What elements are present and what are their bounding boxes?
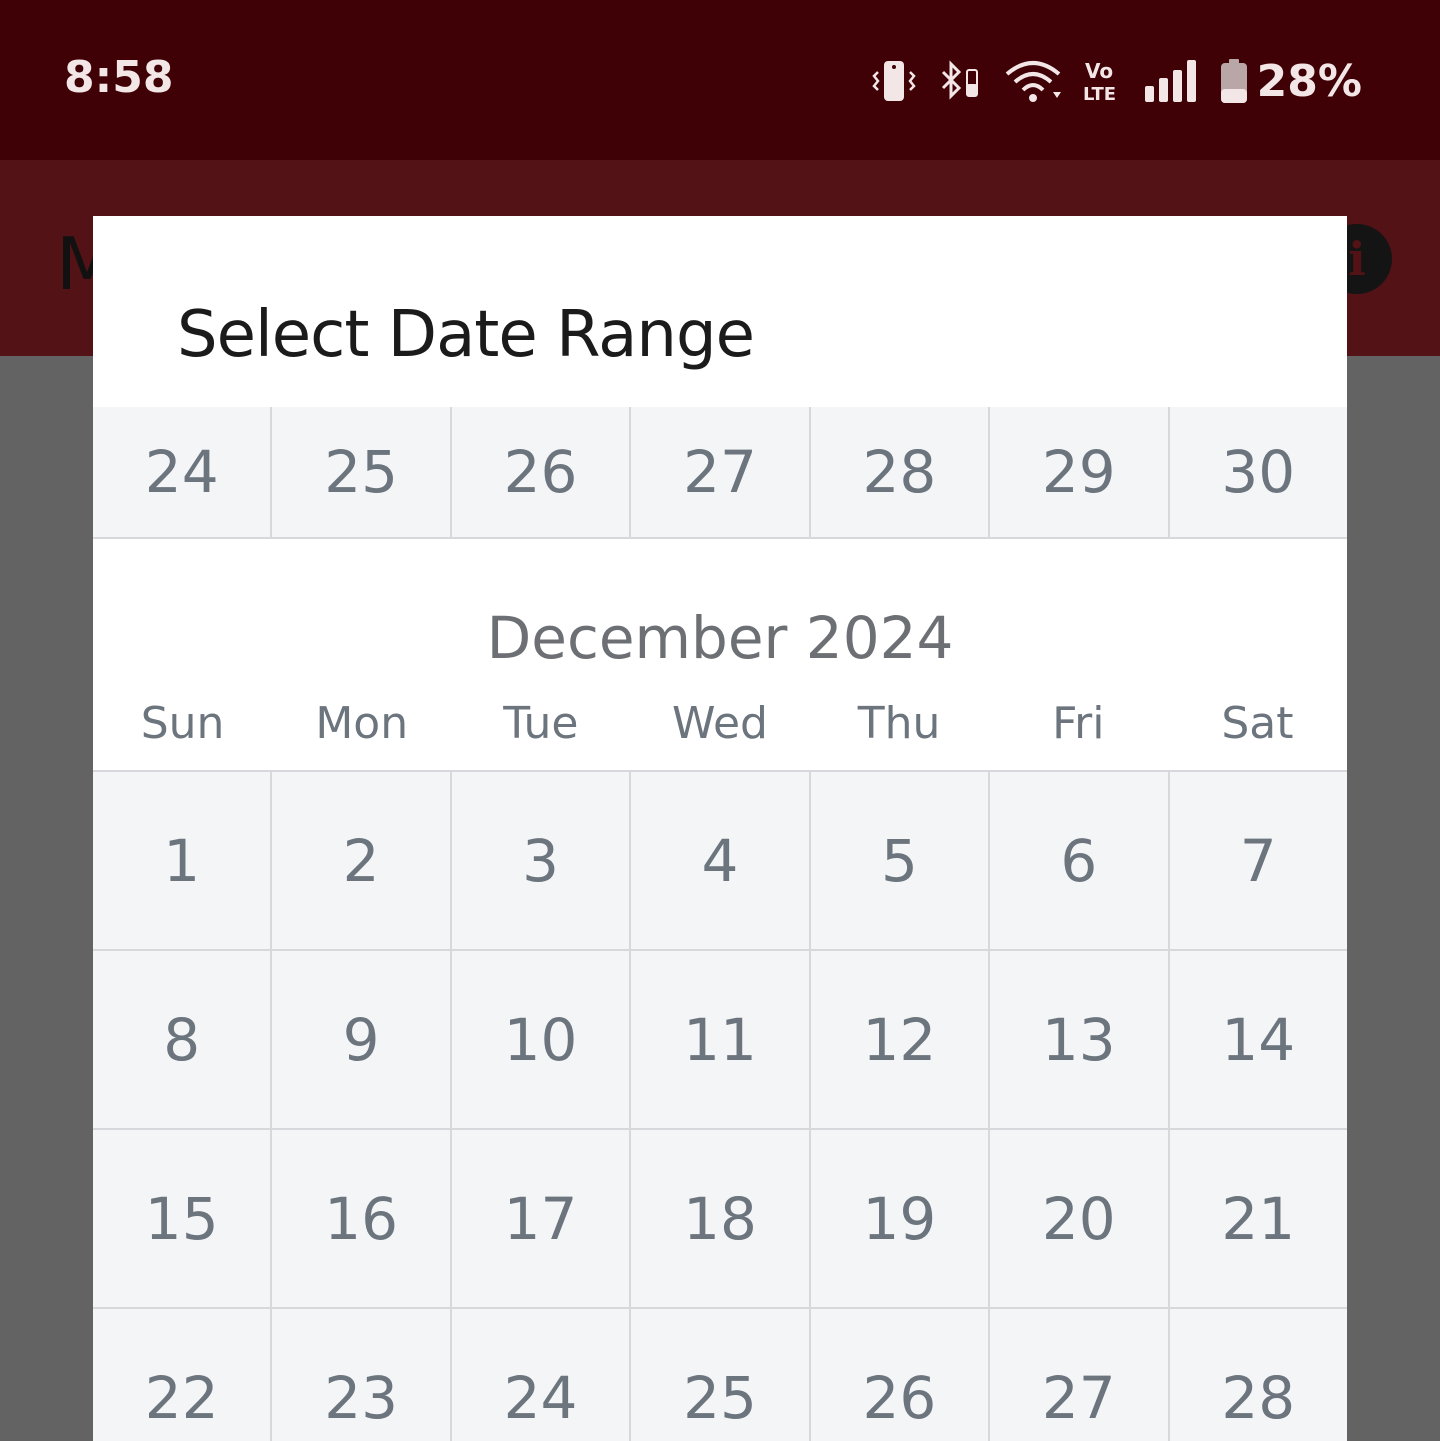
day-cell[interactable]: 12 — [810, 951, 991, 1128]
week-row: 22 23 24 25 26 27 28 — [93, 1309, 1347, 1441]
status-icons: Vo LTE 28% — [871, 52, 1362, 110]
weekday-header: Sun Mon Tue Wed Thu Fri Sat — [93, 698, 1347, 749]
day-cell[interactable]: 26 — [451, 407, 632, 537]
day-cell[interactable]: 27 — [990, 1309, 1170, 1441]
day-cell[interactable]: 4 — [631, 772, 811, 949]
day-cell[interactable]: 16 — [272, 1130, 452, 1307]
status-bar: 8:58 Vo LTE 28% — [0, 0, 1440, 160]
day-cell[interactable]: 13 — [990, 951, 1170, 1128]
day-cell[interactable]: 22 — [93, 1309, 273, 1441]
day-cell[interactable]: 28 — [1169, 1309, 1347, 1441]
previous-month-week-row: 24 25 26 27 28 29 30 — [93, 407, 1347, 539]
day-cell[interactable]: 25 — [272, 407, 452, 537]
week-row: 8 9 10 11 12 13 14 — [93, 951, 1347, 1130]
month-title: December 2024 — [486, 604, 954, 672]
weekday-label: Wed — [672, 698, 768, 749]
day-cell[interactable]: 30 — [1169, 407, 1347, 537]
weekday-label: Tue — [503, 698, 579, 749]
day-cell[interactable]: 29 — [990, 407, 1170, 537]
vibrate-icon — [871, 61, 916, 101]
day-cell[interactable]: 17 — [451, 1130, 632, 1307]
dialog-title: Select Date Range — [177, 298, 755, 372]
week-row: 1 2 3 4 5 6 7 — [93, 772, 1347, 951]
weekday-label: Sat — [1221, 698, 1294, 749]
weekday-label: Fri — [1052, 698, 1105, 749]
day-cell[interactable]: 3 — [451, 772, 632, 949]
day-cell[interactable]: 25 — [631, 1309, 811, 1441]
day-cell[interactable]: 1 — [93, 772, 273, 949]
day-cell[interactable]: 18 — [631, 1130, 811, 1307]
day-cell[interactable]: 5 — [810, 772, 991, 949]
day-cell[interactable]: 2 — [272, 772, 452, 949]
status-time: 8:58 — [64, 52, 174, 103]
day-cell[interactable]: 11 — [631, 951, 811, 1128]
day-cell[interactable]: 14 — [1169, 951, 1347, 1128]
day-cell[interactable]: 15 — [93, 1130, 273, 1307]
volte-icon: Vo LTE — [1083, 59, 1116, 104]
svg-text:LTE: LTE — [1083, 84, 1116, 104]
wifi-icon — [1005, 61, 1061, 102]
svg-text:Vo: Vo — [1085, 59, 1113, 83]
battery-icon — [1220, 59, 1247, 103]
day-cell[interactable]: 24 — [451, 1309, 632, 1441]
day-cell[interactable]: 24 — [93, 407, 273, 537]
day-cell[interactable]: 6 — [990, 772, 1170, 949]
day-cell[interactable]: 20 — [990, 1130, 1170, 1307]
weekday-label: Mon — [315, 698, 409, 749]
weekday-label: Sun — [140, 698, 225, 749]
day-cell[interactable]: 26 — [810, 1309, 991, 1441]
week-row: 15 16 17 18 19 20 21 — [93, 1130, 1347, 1309]
weekday-label: Thu — [857, 698, 941, 749]
day-cell[interactable]: 10 — [451, 951, 632, 1128]
day-cell[interactable]: 9 — [272, 951, 452, 1128]
day-cell[interactable]: 7 — [1169, 772, 1347, 949]
day-cell[interactable]: 19 — [810, 1130, 991, 1307]
signal-icon — [1144, 60, 1196, 102]
day-cell[interactable]: 21 — [1169, 1130, 1347, 1307]
day-cell[interactable]: 8 — [93, 951, 273, 1128]
day-cell[interactable]: 23 — [272, 1309, 452, 1441]
date-range-dialog: Select Date Range 24 25 26 27 28 29 30 D… — [93, 216, 1347, 1441]
day-cell[interactable]: 27 — [631, 407, 811, 537]
day-cell[interactable]: 28 — [810, 407, 991, 537]
calendar-grid: 1 2 3 4 5 6 7 8 9 10 11 12 13 14 15 16 1… — [93, 770, 1347, 1441]
battery-percent: 28% — [1256, 55, 1362, 107]
bluetooth-icon — [941, 60, 978, 100]
